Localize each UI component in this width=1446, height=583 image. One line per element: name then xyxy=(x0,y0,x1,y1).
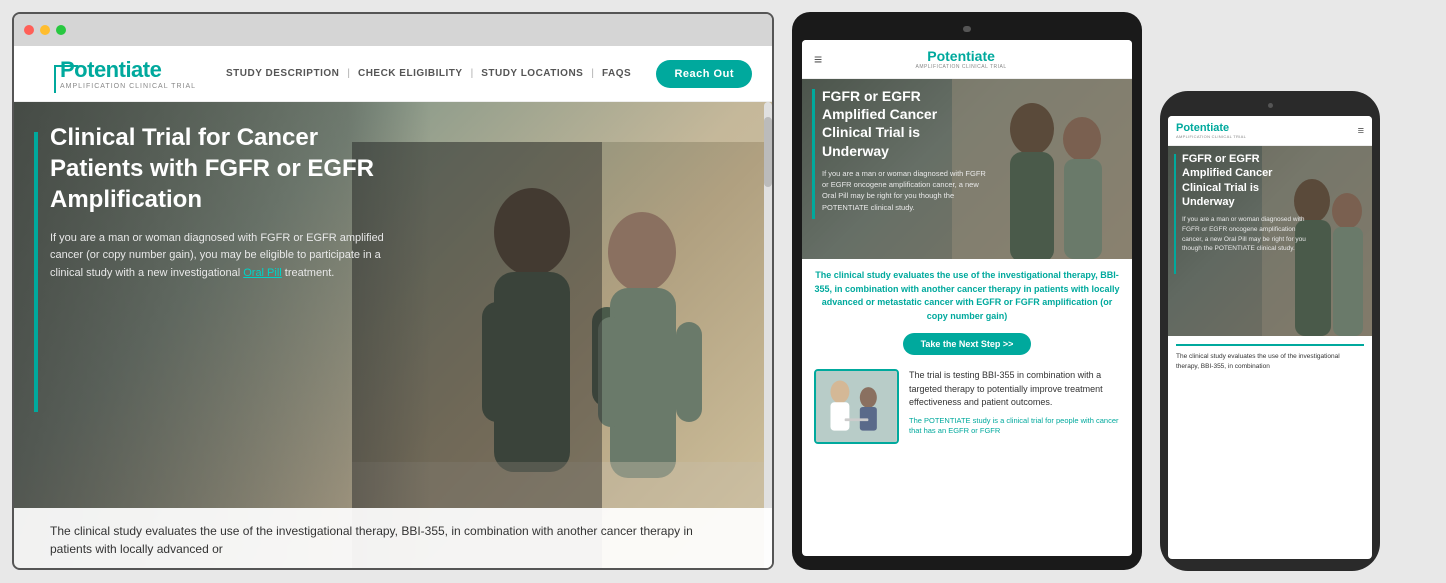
phone-hero: FGFR or EGFR Amplified Cancer Clinical T… xyxy=(1168,146,1372,336)
tablet-cta-button[interactable]: Take the Next Step >> xyxy=(903,333,1032,355)
site-nav: Potentiate AMPLIFICATION CLINICAL TRIAL … xyxy=(14,46,772,102)
tablet-nav: ≡ Potentiate AMPLIFICATION CLINICAL TRIA… xyxy=(802,40,1132,79)
phone-hero-body: If you are a man or woman diagnosed with… xyxy=(1182,215,1312,254)
hero-section: Clinical Trial for Cancer Patients with … xyxy=(14,102,772,568)
hero-bottom-text: The clinical study evaluates the use of … xyxy=(50,524,693,556)
phone-screen: Potentiate AMPLIFICATION CLINICAL TRIAL … xyxy=(1168,116,1372,559)
hero-oral-pill-link[interactable]: Oral Pill xyxy=(243,267,282,279)
phone-nav: Potentiate AMPLIFICATION CLINICAL TRIAL … xyxy=(1168,116,1372,146)
tablet-camera xyxy=(963,26,971,32)
hero-body: If you are a man or woman diagnosed with… xyxy=(50,230,390,283)
tablet-card-subtext: The POTENTIATE study is a clinical trial… xyxy=(909,416,1120,437)
phone-hamburger-icon[interactable]: ≡ xyxy=(1358,125,1364,137)
tablet-card-scene xyxy=(816,371,897,442)
browser-maximize-dot xyxy=(56,25,66,35)
browser-chrome xyxy=(14,14,772,46)
site-content: Potentiate AMPLIFICATION CLINICAL TRIAL … xyxy=(14,46,772,568)
tablet-hero-body: If you are a man or woman diagnosed with… xyxy=(822,168,987,213)
tablet-hero-accent-bar xyxy=(812,89,815,219)
browser-close-dot xyxy=(24,25,34,35)
nav-link-study-description[interactable]: STUDY DESCRIPTION xyxy=(226,68,339,79)
hero-accent-bar xyxy=(34,132,38,412)
scrollbar-track[interactable] xyxy=(764,102,772,568)
phone-hero-title: FGFR or EGFR Amplified Cancer Clinical T… xyxy=(1182,152,1312,209)
tablet-logo: Potentiate xyxy=(916,48,1007,64)
nav-link-faqs[interactable]: FAQs xyxy=(602,68,631,79)
phone-hero-text: FGFR or EGFR Amplified Cancer Clinical T… xyxy=(1182,152,1312,254)
phone-frame: Potentiate AMPLIFICATION CLINICAL TRIAL … xyxy=(1160,91,1380,571)
phone-divider xyxy=(1176,344,1364,346)
logo-bracket xyxy=(54,65,78,93)
tablet-card-image xyxy=(814,369,899,444)
phone-logo: Potentiate xyxy=(1176,122,1246,134)
tablet-hero-text: FGFR or EGFR Amplified Cancer Clinical T… xyxy=(822,87,987,213)
nav-link-study-locations[interactable]: STUDY LOCATIONS xyxy=(481,68,583,79)
logo-sub: AMPLIFICATION CLINICAL TRIAL xyxy=(60,83,196,90)
phone-logo-sub: AMPLIFICATION CLINICAL TRIAL xyxy=(1176,134,1246,139)
tablet-card: The trial is testing BBI-355 in combinat… xyxy=(814,369,1120,444)
hero-bottom-banner: The clinical study evaluates the use of … xyxy=(14,508,772,568)
desktop-browser-frame: Potentiate AMPLIFICATION CLINICAL TRIAL … xyxy=(12,12,774,570)
tablet-hero: FGFR or EGFR Amplified Cancer Clinical T… xyxy=(802,79,1132,259)
hero-body-end: treatment. xyxy=(285,267,335,279)
tablet-card-text-area: The trial is testing BBI-355 in combinat… xyxy=(909,369,1120,444)
tablet-screen: ≡ Potentiate AMPLIFICATION CLINICAL TRIA… xyxy=(802,40,1132,556)
nav-links: STUDY DESCRIPTION | CHECK ELIGIBILITY | … xyxy=(226,68,656,79)
logo-container: Potentiate AMPLIFICATION CLINICAL TRIAL xyxy=(34,57,196,90)
phone-logo-area: Potentiate AMPLIFICATION CLINICAL TRIAL xyxy=(1176,122,1246,139)
browser-minimize-dot xyxy=(40,25,50,35)
tablet-hamburger-icon[interactable]: ≡ xyxy=(814,51,822,67)
scrollbar-thumb[interactable] xyxy=(764,117,772,187)
tablet-card-text: The trial is testing BBI-355 in combinat… xyxy=(909,369,1120,410)
tablet-frame: ≡ Potentiate AMPLIFICATION CLINICAL TRIA… xyxy=(792,12,1142,570)
tablet-info-text: The clinical study evaluates the use of … xyxy=(814,269,1120,323)
logo-text-area: Potentiate AMPLIFICATION CLINICAL TRIAL xyxy=(60,57,196,90)
tablet-hero-title: FGFR or EGFR Amplified Cancer Clinical T… xyxy=(822,87,987,160)
hero-title: Clinical Trial for Cancer Patients with … xyxy=(50,122,390,216)
tablet-logo-area: Potentiate AMPLIFICATION CLINICAL TRIAL xyxy=(916,48,1007,70)
phone-info-text: The clinical study evaluates the use of … xyxy=(1176,352,1364,372)
nav-link-check-eligibility[interactable]: CHECK ELIGIBILITY xyxy=(358,68,463,79)
hero-text-block: Clinical Trial for Cancer Patients with … xyxy=(50,122,390,282)
phone-content: The clinical study evaluates the use of … xyxy=(1168,336,1372,559)
phone-camera xyxy=(1268,103,1273,108)
tablet-logo-sub: AMPLIFICATION CLINICAL TRIAL xyxy=(916,64,1007,70)
logo-main: Potentiate xyxy=(60,57,196,83)
tablet-content: The clinical study evaluates the use of … xyxy=(802,259,1132,556)
phone-hero-accent-bar xyxy=(1174,154,1176,274)
phone-logo-accent: Potentiate xyxy=(1176,122,1229,134)
tablet-logo-accent: Potentiate xyxy=(927,48,995,64)
reach-out-button[interactable]: Reach Out xyxy=(656,60,752,88)
